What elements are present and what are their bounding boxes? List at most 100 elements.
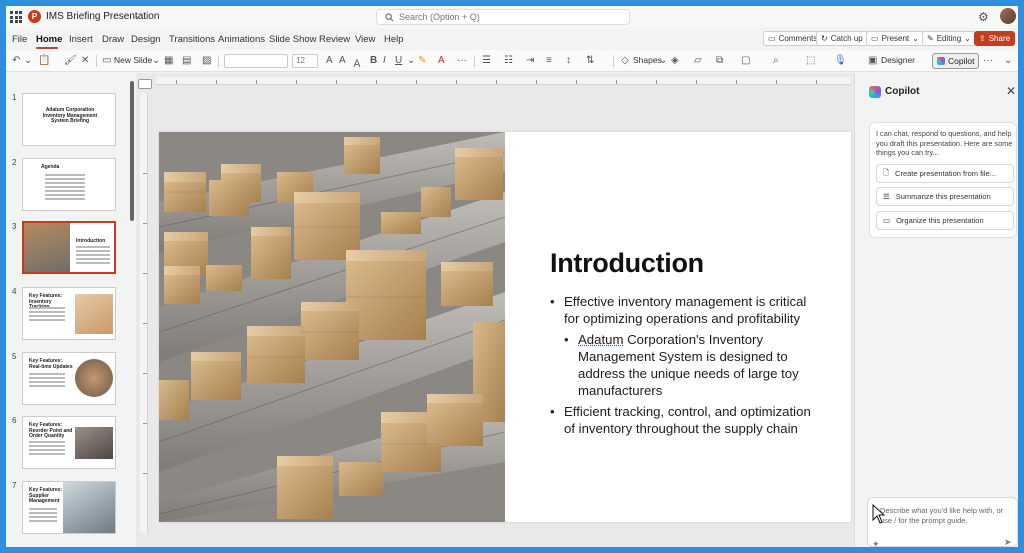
align-left-icon[interactable]: ≡ (546, 55, 552, 66)
new-slide-button[interactable]: New Slide (114, 55, 152, 65)
suggestion-label: Create presentation from file... (895, 169, 996, 178)
shape-fill-icon[interactable]: ◈ (671, 55, 679, 66)
comment-icon: ▭ (768, 34, 776, 43)
slide-thumbnail-1[interactable]: Adatum Corporation Inventory Management … (22, 93, 116, 146)
tab-transitions[interactable]: Transitions (169, 34, 215, 45)
flagged-word[interactable]: Adatum (578, 332, 623, 347)
catch-up-button[interactable]: ↻ Catch up (816, 31, 868, 46)
toggle-thumbnails-icon[interactable] (138, 79, 152, 89)
section-icon[interactable]: ▤ (182, 55, 191, 66)
tab-insert[interactable]: Insert (69, 34, 93, 45)
delete-icon[interactable]: ✕ (81, 55, 89, 66)
underline-icon[interactable]: U (395, 55, 402, 66)
increase-font-icon[interactable]: A (326, 55, 333, 66)
shape-outline-icon[interactable]: ▱ (694, 55, 702, 66)
slide-editor[interactable]: Introduction Effective inventory managem… (136, 73, 854, 547)
tab-animations[interactable]: Animations (218, 34, 265, 45)
thumbnail-scrollbar[interactable] (130, 81, 134, 221)
layout-icon[interactable]: ▦ (164, 55, 173, 66)
thumbnail-title: Introduction (76, 238, 106, 244)
divider (96, 55, 97, 67)
quick-styles-icon[interactable]: ▢ (741, 55, 750, 66)
line-spacing-icon[interactable]: ↕ (566, 55, 571, 66)
tab-view[interactable]: View (355, 34, 375, 45)
close-icon[interactable]: ✕ (1006, 84, 1016, 98)
tab-design[interactable]: Design (131, 34, 161, 45)
slide-thumbnail-6[interactable]: Key Features: Reorder Point and Order Qu… (22, 416, 116, 469)
present-button[interactable]: ▭ Present ⌄ (866, 31, 924, 46)
slide-thumbnail-3[interactable]: Introduction (22, 221, 116, 274)
select-icon[interactable]: ⬚ (806, 55, 815, 66)
slide-thumbnail-7[interactable]: Key Features: Supplier Management (22, 481, 116, 534)
editing-button[interactable]: ✎ Editing ⌄ (922, 31, 976, 46)
current-slide[interactable]: Introduction Effective inventory managem… (159, 132, 851, 522)
collapse-ribbon-icon[interactable]: ⌄ (1004, 55, 1012, 66)
more-font-icon[interactable]: ⌄ (407, 55, 415, 66)
vertical-ruler (140, 93, 148, 533)
arrange-icon[interactable]: ⧉ (716, 55, 723, 66)
picture-icon[interactable]: ▨ (202, 55, 211, 66)
more-icon[interactable]: ··· (983, 55, 993, 66)
copilot-intro-card: I can chat, respond to questions, and he… (869, 122, 1017, 238)
shapes-button[interactable]: Shapes (633, 55, 662, 65)
decrease-font-icon[interactable]: A (339, 55, 346, 66)
slides-icon: ▭ (883, 216, 891, 225)
slide-title[interactable]: Introduction (550, 248, 704, 279)
slide-number: 7 (12, 481, 17, 490)
app-launcher-icon[interactable] (10, 11, 22, 23)
tab-draw[interactable]: Draw (102, 34, 124, 45)
undo-icon[interactable]: ↶ (12, 55, 20, 66)
thumbnail-image (75, 294, 113, 334)
indent-icon[interactable]: ⇥ (526, 55, 534, 66)
tab-help[interactable]: Help (384, 34, 404, 45)
send-icon[interactable]: ➤ (1004, 537, 1012, 547)
tab-home[interactable]: Home (36, 34, 62, 45)
bullets-icon[interactable]: ☰ (482, 55, 491, 66)
suggestion-summarize[interactable]: ☰ Summarize this presentation (876, 187, 1014, 206)
font-family-box[interactable] (224, 54, 288, 68)
tab-file[interactable]: File (12, 34, 27, 45)
sparkle-icon[interactable]: ✦ (872, 539, 880, 547)
suggestion-organize[interactable]: ▭ Organize this presentation (876, 211, 1014, 230)
clear-formatting-icon[interactable]: Ａ (352, 55, 362, 70)
tab-slide-show[interactable]: Slide Show (269, 34, 317, 45)
slide-thumbnail-5[interactable]: Key Features: Real-time Updates (22, 352, 116, 405)
chevron-down-icon[interactable]: ⌄ (659, 55, 667, 66)
numbering-icon[interactable]: ☷ (504, 55, 513, 66)
format-painter-icon[interactable]: 🖌 (64, 55, 77, 66)
chevron-down-icon[interactable]: ⌄ (152, 55, 160, 66)
title-dropdown-icon[interactable]: ⌄ (134, 10, 142, 21)
text-direction-icon[interactable]: ⇅ (586, 55, 594, 66)
present-icon: ▭ (871, 34, 879, 43)
suggestion-label: Summarize this presentation (895, 192, 991, 201)
slide-thumbnail-2[interactable]: Agenda (22, 158, 116, 211)
slide-body[interactable]: Effective inventory management is critic… (550, 293, 812, 441)
slide-thumbnail-4[interactable]: Key Features: Inventory Tracking (22, 287, 116, 340)
divider (474, 55, 475, 67)
bold-icon[interactable]: B (370, 55, 377, 66)
copilot-button[interactable]: Copilot (932, 53, 980, 69)
highlight-icon[interactable]: ✎ (418, 55, 426, 66)
redo-dropdown-icon[interactable]: ⌄ (24, 55, 32, 66)
share-button[interactable]: ⇪ Share (974, 31, 1016, 46)
warehouse-boxes-image[interactable] (159, 132, 505, 522)
more-options-icon[interactable]: ··· (457, 55, 467, 66)
font-color-icon[interactable]: A (438, 55, 445, 66)
dictate-icon[interactable]: 🎙 (834, 55, 847, 66)
font-size-box[interactable]: 12 (292, 54, 318, 68)
paste-icon[interactable]: 📋 (38, 55, 50, 66)
find-icon[interactable]: ⌕ (773, 55, 779, 66)
suggestion-create-from-file[interactable]: 🗋 Create presentation from file... (876, 164, 1014, 183)
tab-review[interactable]: Review (319, 34, 350, 45)
copilot-prompt-input[interactable]: Describe what you'd like help with, or u… (867, 497, 1018, 547)
bullet-point: Effective inventory management is critic… (550, 293, 812, 327)
copilot-title: Copilot (885, 86, 920, 97)
designer-button[interactable]: Designer (881, 55, 915, 65)
italic-icon[interactable]: I (383, 55, 386, 66)
copilot-button-label: Copilot (948, 56, 975, 66)
user-avatar[interactable] (1000, 8, 1016, 24)
comments-button[interactable]: ▭ Comments (763, 31, 823, 46)
search-box[interactable]: Search (Option + Q) (376, 9, 630, 25)
document-title[interactable]: IMS Briefing Presentation (46, 11, 159, 22)
settings-gear-icon[interactable]: ⚙ (978, 10, 989, 24)
